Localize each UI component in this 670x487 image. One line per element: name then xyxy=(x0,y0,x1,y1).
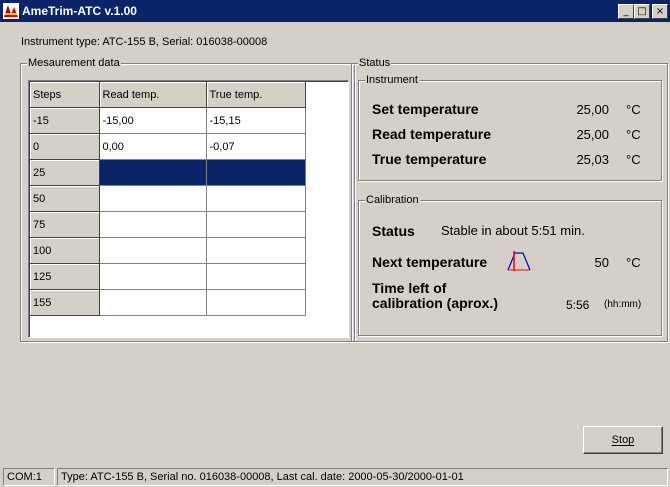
measurement-grid[interactable]: Steps Read temp. True temp. -15 -15,00 -… xyxy=(28,80,349,338)
true-temp-cell[interactable] xyxy=(206,263,306,290)
calibration-status-label: Status xyxy=(372,223,415,239)
row-header-step[interactable]: 50 xyxy=(30,185,100,212)
window-title: AmeTrim-ATC v.1.00 xyxy=(22,4,137,18)
set-temperature-unit: °C xyxy=(626,102,641,117)
time-left-label-line1: Time left of xyxy=(372,280,447,296)
true-temp-cell[interactable]: -0,07 xyxy=(206,133,306,160)
status-group: Status Instrument Set temperature 25,00 … xyxy=(351,57,668,342)
set-temperature-value: 25,00 xyxy=(576,102,609,117)
next-temperature-unit: °C xyxy=(626,255,641,270)
maximize-button[interactable]: □ xyxy=(634,4,650,19)
set-temperature-label: Set temperature xyxy=(372,101,479,117)
true-temp-cell[interactable] xyxy=(206,159,306,186)
row-header-step[interactable]: 75 xyxy=(30,211,100,238)
instrument-group-label: Instrument xyxy=(365,74,419,87)
time-left-unit: (hh:mm) xyxy=(604,299,642,310)
stop-button[interactable]: Stop xyxy=(583,426,663,454)
table-row[interactable]: 100 xyxy=(30,237,306,264)
true-temperature-unit: °C xyxy=(626,152,641,167)
calibration-status-value: Stable in about 5:51 min. xyxy=(441,223,585,238)
calibration-group-label: Calibration xyxy=(365,194,420,207)
column-header-read-temp[interactable]: Read temp. xyxy=(99,82,207,108)
title-bar[interactable]: AmeTrim-ATC v.1.00 _ □ × xyxy=(0,0,670,22)
true-temp-cell[interactable] xyxy=(206,211,306,238)
statusbar-info: Type: ATC-155 B, Serial no. 016038-00008… xyxy=(57,468,668,486)
minimize-button[interactable]: _ xyxy=(618,4,634,19)
row-header-step[interactable]: 125 xyxy=(30,263,100,290)
read-temperature-unit: °C xyxy=(626,127,641,142)
read-temp-cell[interactable] xyxy=(99,237,207,264)
row-header-step[interactable]: -15 xyxy=(30,107,100,134)
time-left-value: 5:56 xyxy=(566,298,590,312)
column-header-true-temp[interactable]: True temp. xyxy=(206,82,306,108)
true-temperature-label: True temperature xyxy=(372,151,487,167)
read-temperature-value: 25,00 xyxy=(576,127,609,142)
time-left-label-line2: calibration (aprox.) xyxy=(372,295,499,311)
column-header-steps[interactable]: Steps xyxy=(30,82,100,108)
statusbar-port: COM:1 xyxy=(3,468,55,486)
row-header-step[interactable]: 100 xyxy=(30,237,100,264)
table-row[interactable]: 155 xyxy=(30,289,306,316)
next-temperature-label: Next temperature xyxy=(372,254,488,270)
true-temp-cell[interactable] xyxy=(206,185,306,212)
table-row[interactable]: 125 xyxy=(30,263,306,290)
read-temp-cell[interactable] xyxy=(99,263,207,290)
app-icon[interactable] xyxy=(3,3,19,19)
true-temp-cell[interactable] xyxy=(206,237,306,264)
instrument-info: Instrument type: ATC-155 B, Serial: 0160… xyxy=(21,36,268,48)
read-temp-cell[interactable] xyxy=(99,211,207,238)
table-row[interactable]: -15 -15,00 -15,15 xyxy=(30,107,306,134)
table-row-selected[interactable]: 25 xyxy=(30,159,306,186)
stop-button-label: Stop xyxy=(611,434,635,446)
table-header-row: Steps Read temp. True temp. xyxy=(30,82,306,108)
read-temp-cell[interactable] xyxy=(99,185,207,212)
next-temperature-value: 50 xyxy=(594,255,609,270)
read-temp-cell[interactable]: 0,00 xyxy=(99,133,207,160)
true-temp-cell[interactable]: -15,15 xyxy=(206,107,306,134)
instrument-group: Instrument Set temperature 25,00 °C Read… xyxy=(358,74,662,181)
read-temperature-label: Read temperature xyxy=(372,126,492,142)
table-row[interactable]: 50 xyxy=(30,185,306,212)
status-bar: COM:1 Type: ATC-155 B, Serial no. 016038… xyxy=(0,465,670,487)
row-header-step[interactable]: 155 xyxy=(30,289,100,316)
read-temp-cell[interactable] xyxy=(99,289,207,316)
row-header-step[interactable]: 0 xyxy=(30,133,100,160)
row-header-step[interactable]: 25 xyxy=(30,159,100,186)
calibration-group: Calibration Status Stable in about 5:51 … xyxy=(358,194,662,336)
temperature-profile-icon xyxy=(507,251,531,271)
read-temp-cell[interactable] xyxy=(99,159,207,186)
close-button[interactable]: × xyxy=(652,4,668,19)
read-temp-cell[interactable]: -15,00 xyxy=(99,107,207,134)
table-row[interactable]: 75 xyxy=(30,211,306,238)
true-temp-cell[interactable] xyxy=(206,289,306,316)
true-temperature-value: 25,03 xyxy=(576,152,609,167)
measurement-table: Steps Read temp. True temp. -15 -15,00 -… xyxy=(30,82,306,316)
table-row[interactable]: 0 0,00 -0,07 xyxy=(30,133,306,160)
status-group-label: Status xyxy=(358,57,392,70)
measurement-data-group: Mesaurement data Steps Read temp. True t… xyxy=(20,57,355,342)
measurement-data-label: Mesaurement data xyxy=(27,57,121,70)
